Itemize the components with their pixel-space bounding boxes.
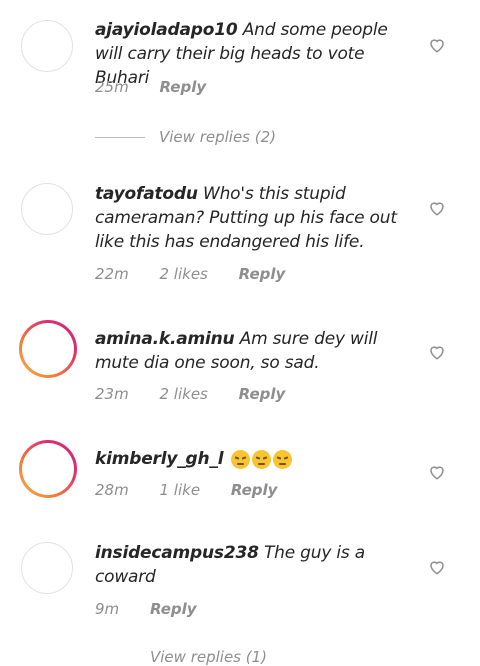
comment-likes[interactable]: 2 likes xyxy=(159,265,207,283)
reply-button[interactable]: Reply xyxy=(231,481,278,499)
heart-outline-icon[interactable] xyxy=(428,463,446,481)
avatar xyxy=(22,443,74,495)
comment-username[interactable]: ajayioladapo10 xyxy=(95,20,238,40)
avatar xyxy=(22,323,74,375)
comment-time: 22m xyxy=(95,265,129,283)
comment-meta: 28m 1 like Reply xyxy=(95,481,303,499)
comment-username[interactable]: kimberly_gh_l xyxy=(95,449,224,469)
comment-username[interactable]: amina.k.aminu xyxy=(95,329,235,349)
avatar-story-ring[interactable] xyxy=(19,320,77,378)
view-replies-label: View replies (1) xyxy=(150,648,268,666)
comment-likes[interactable]: 2 likes xyxy=(159,385,207,403)
view-replies-button[interactable]: View replies (2) xyxy=(95,128,276,146)
reply-button[interactable]: Reply xyxy=(239,385,286,403)
comment-time: 23m xyxy=(95,385,129,403)
avatar[interactable] xyxy=(21,20,73,72)
persevering-face-icon xyxy=(230,449,250,469)
comment-username[interactable]: tayofatodu xyxy=(95,184,198,204)
reply-button[interactable]: Reply xyxy=(150,600,197,618)
persevering-face-icon xyxy=(272,449,292,469)
heart-outline-icon[interactable] xyxy=(428,199,446,217)
comment-meta: 9m Reply xyxy=(95,600,223,618)
comment-likes[interactable]: 1 like xyxy=(159,481,200,499)
comment-meta: 23m 2 likes Reply xyxy=(95,385,311,403)
avatar[interactable] xyxy=(21,542,73,594)
comment-username[interactable]: insidecampus238 xyxy=(95,543,259,563)
comment-meta: 25m Reply xyxy=(95,78,232,96)
heart-outline-icon[interactable] xyxy=(428,343,446,361)
divider xyxy=(95,136,145,138)
comment-text: tayofatodu Who's this stupid cameraman? … xyxy=(95,182,405,254)
heart-outline-icon[interactable] xyxy=(428,558,446,576)
reply-button[interactable]: Reply xyxy=(159,78,206,96)
avatar-story-ring[interactable] xyxy=(19,440,77,498)
comment-time: 9m xyxy=(95,600,120,618)
heart-outline-icon[interactable] xyxy=(428,36,446,54)
persevering-face-icon xyxy=(251,449,271,469)
view-replies-label: View replies (2) xyxy=(159,128,277,146)
avatar[interactable] xyxy=(21,183,73,235)
comment-text: amina.k.aminu Am sure dey will mute dia … xyxy=(95,327,405,375)
comment-time: 28m xyxy=(95,481,129,499)
reply-button[interactable]: Reply xyxy=(239,265,286,283)
comment-text: kimberly_gh_l xyxy=(95,447,405,471)
view-replies-button[interactable]: View replies (1) xyxy=(150,648,267,666)
comment-time: 25m xyxy=(95,78,129,96)
comment-meta: 22m 2 likes Reply xyxy=(95,265,311,283)
comment-text: insidecampus238 The guy is a coward xyxy=(95,541,405,589)
